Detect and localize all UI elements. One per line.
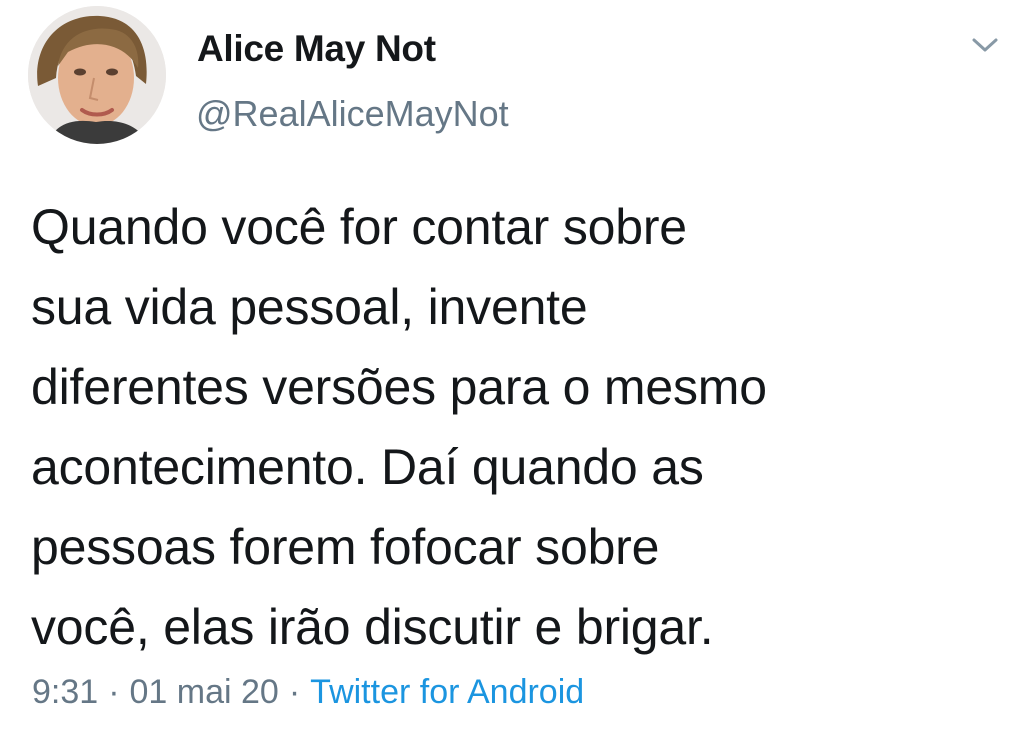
meta-separator: · [108,673,120,711]
author-display-name[interactable]: Alice May Not [197,27,436,71]
avatar-image [28,6,166,144]
avatar[interactable] [28,6,166,144]
tweet-card: Alice May Not @RealAliceMayNot Quando vo… [0,0,1024,743]
chevron-down-icon[interactable] [968,32,1002,58]
tweet-date[interactable]: 01 mai 20 [130,673,279,711]
tweet-text: Quando você for contar sobre sua vida pe… [31,199,767,655]
tweet-source-link[interactable]: Twitter for Android [310,673,584,711]
author-handle[interactable]: @RealAliceMayNot [196,92,509,136]
tweet-metadata: 9:31 · 01 mai 20 · Twitter for Android [32,670,584,714]
tweet-time[interactable]: 9:31 [32,673,98,711]
meta-separator: · [288,673,301,711]
